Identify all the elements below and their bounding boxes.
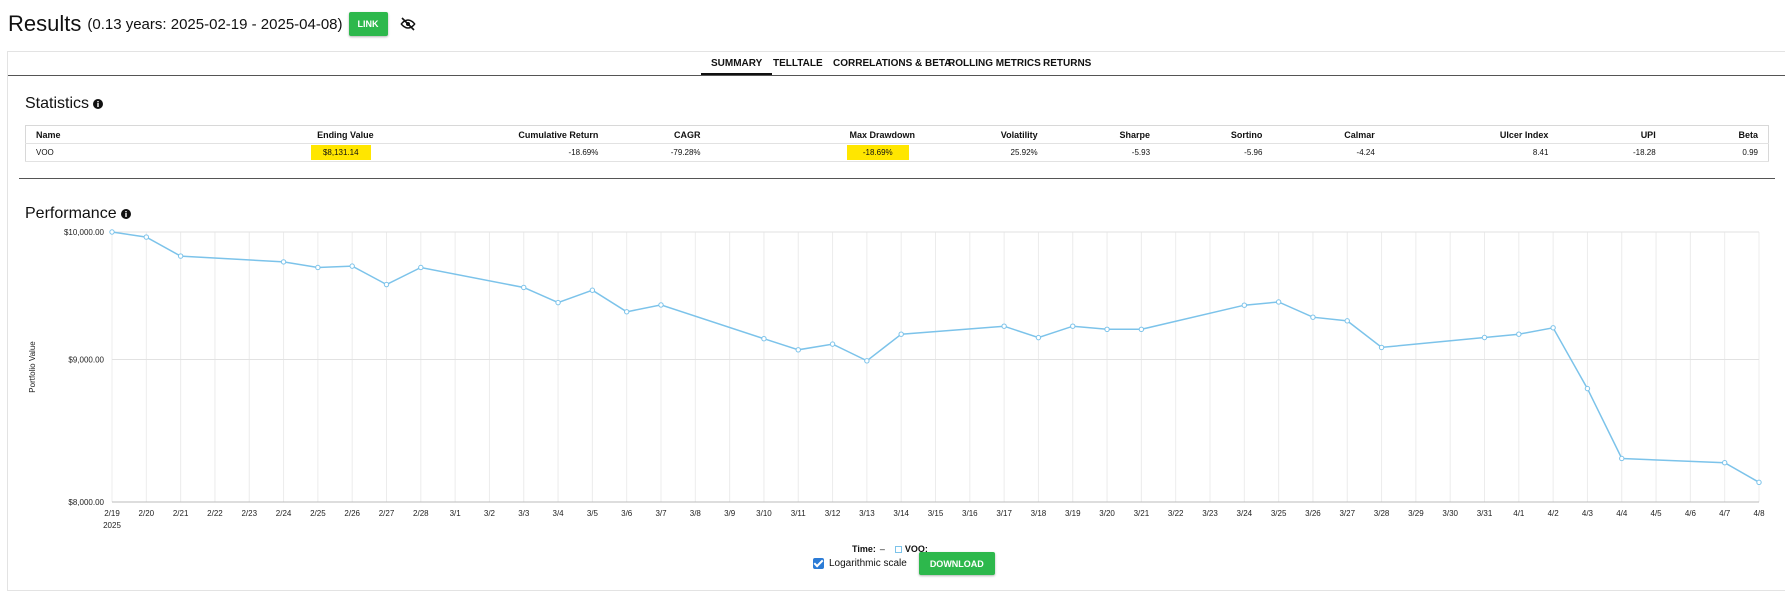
data-point[interactable]	[658, 302, 664, 308]
x-tick-label: 3/24	[1237, 509, 1253, 518]
x-tick-label: 4/5	[1651, 509, 1663, 518]
x-tick-label: 3/3	[518, 509, 530, 518]
x-tick-label: 3/21	[1134, 509, 1150, 518]
data-point[interactable]	[864, 358, 870, 364]
x-tick-label: 3/4	[553, 509, 565, 518]
x-tick-label: 3/7	[655, 509, 667, 518]
x-tick-label: 3/17	[996, 509, 1012, 518]
data-point[interactable]	[1275, 299, 1282, 305]
x-tick-label: 3/10	[756, 509, 772, 518]
data-point[interactable]	[1378, 344, 1385, 351]
x-tick-label: 3/25	[1271, 509, 1287, 518]
x-tick-label: 4/2	[1548, 509, 1560, 518]
data-point[interactable]	[1035, 334, 1042, 341]
data-point[interactable]	[1550, 325, 1556, 331]
x-tick-label: 3/19	[1065, 509, 1081, 518]
log-scale-label: Logarithmic scale	[829, 558, 907, 569]
x-tick-label: 2/19	[104, 509, 120, 518]
data-point[interactable]	[829, 341, 836, 347]
x-tick-label: 3/6	[621, 509, 633, 518]
x-tick-label: 4/8	[1753, 509, 1765, 518]
x-tick-label: 3/28	[1374, 509, 1390, 518]
data-point[interactable]	[1001, 323, 1007, 329]
data-point[interactable]	[1310, 314, 1316, 320]
download-button[interactable]: DOWNLOAD	[918, 552, 995, 575]
data-point[interactable]	[1481, 334, 1488, 341]
x-tick-label: 3/29	[1408, 509, 1424, 518]
x-tick-label: 2/22	[207, 509, 223, 518]
x-tick-label: 2/27	[379, 509, 395, 518]
data-point[interactable]	[315, 264, 321, 271]
x-tick-label: 2/28	[413, 509, 429, 518]
x-tick-label: 3/31	[1477, 509, 1493, 518]
y-tick-label: $10,000.00	[64, 228, 105, 237]
x-tick-label: 3/18	[1031, 509, 1047, 518]
data-point[interactable]	[1241, 302, 1248, 308]
data-point[interactable]	[898, 331, 904, 337]
data-point[interactable]	[589, 287, 596, 293]
data-point[interactable]	[1344, 318, 1350, 324]
data-point[interactable]	[521, 284, 527, 291]
x-tick-label: 2/23	[241, 509, 257, 518]
x-tick-label: 2/21	[173, 509, 189, 518]
data-point[interactable]	[1104, 326, 1110, 333]
y-axis-label: Portfolio Value	[28, 341, 37, 393]
log-scale-checkbox[interactable]	[813, 558, 824, 569]
performance-chart[interactable]: $10,000.00 $9,000.00 $8,000.002/19 2/20 2/21…	[0, 0, 1785, 540]
x-tick-label: 3/9	[724, 509, 736, 518]
data-point[interactable]	[143, 234, 150, 240]
x-tick-label: 3/30	[1442, 509, 1458, 518]
x-tick-label: 3/13	[859, 509, 875, 518]
data-point[interactable]	[109, 229, 115, 235]
x-tick-label: 3/8	[690, 509, 702, 518]
y-tick-label: $8,000.00	[68, 498, 104, 507]
data-point[interactable]	[383, 281, 390, 288]
data-point[interactable]	[555, 299, 561, 306]
y-tick-label: $9,000.00	[68, 355, 104, 364]
x-tick-label: 4/6	[1685, 509, 1697, 518]
x-tick-label: 3/14	[893, 509, 909, 518]
data-point[interactable]	[1619, 455, 1625, 462]
x-tick-label: 2/24	[276, 509, 292, 518]
x-tick-label: 3/16	[962, 509, 978, 518]
data-point[interactable]	[795, 347, 801, 353]
data-point[interactable]	[1138, 326, 1145, 333]
data-point[interactable]	[280, 259, 287, 265]
data-point[interactable]	[1756, 479, 1762, 486]
x-year-label: 2025	[103, 521, 121, 530]
x-tick-label: 3/12	[825, 509, 841, 518]
data-point[interactable]	[349, 263, 355, 269]
x-tick-label: 3/23	[1202, 509, 1218, 518]
x-tick-label: 3/27	[1339, 509, 1355, 518]
data-point[interactable]	[761, 335, 767, 342]
x-tick-label: 4/7	[1719, 509, 1731, 518]
data-point[interactable]	[1516, 331, 1522, 337]
x-tick-label: 3/1	[450, 509, 462, 518]
x-tick-label: 3/2	[484, 509, 496, 518]
x-tick-label: 2/20	[139, 509, 155, 518]
data-point[interactable]	[1070, 323, 1076, 329]
x-tick-label: 4/3	[1582, 509, 1594, 518]
data-point[interactable]	[418, 264, 424, 271]
data-point[interactable]	[623, 309, 630, 315]
x-tick-label: 3/5	[587, 509, 599, 518]
data-point[interactable]	[1584, 385, 1591, 392]
x-tick-label: 4/1	[1513, 509, 1525, 518]
x-tick-label: 2/25	[310, 509, 326, 518]
x-tick-label: 3/11	[791, 509, 807, 518]
x-tick-label: 3/20	[1099, 509, 1115, 518]
x-tick-label: 4/4	[1616, 509, 1628, 518]
x-tick-label: 3/15	[928, 509, 944, 518]
x-tick-label: 3/26	[1305, 509, 1321, 518]
chart-controls: Logarithmic scale DOWNLOAD	[813, 552, 995, 575]
x-tick-label: 2/26	[344, 509, 360, 518]
x-tick-label: 3/22	[1168, 509, 1184, 518]
data-point[interactable]	[1721, 460, 1728, 466]
data-point[interactable]	[177, 253, 184, 259]
